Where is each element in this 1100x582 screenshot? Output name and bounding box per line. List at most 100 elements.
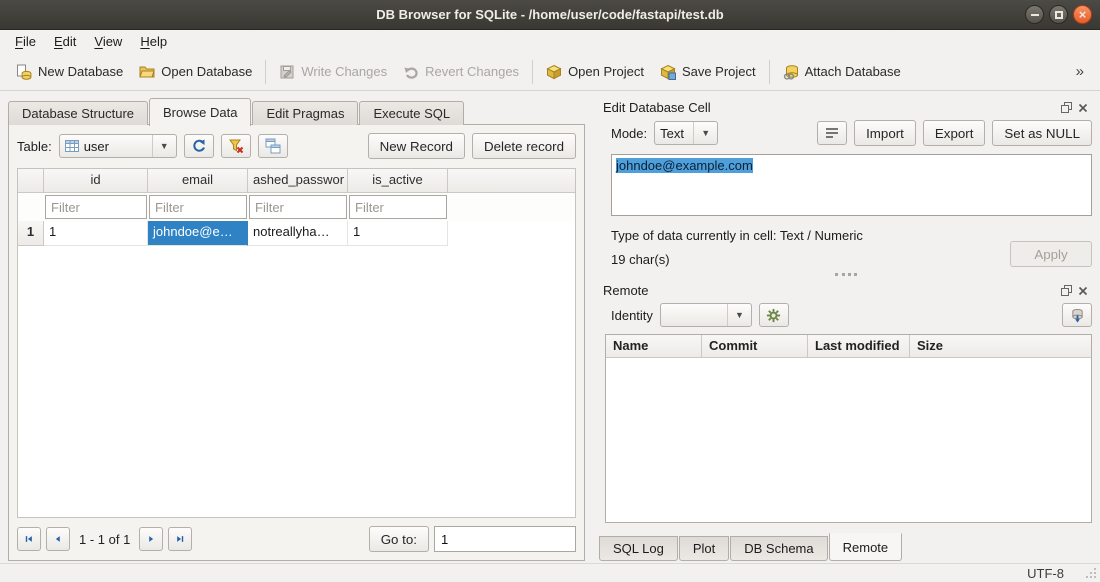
close-dock-button[interactable] — [1076, 284, 1090, 298]
filter-input-is-active[interactable] — [349, 195, 447, 219]
gear-icon — [766, 308, 781, 323]
delete-record-button[interactable]: Delete record — [472, 133, 576, 159]
import-button[interactable]: Import — [854, 120, 916, 146]
tab-remote[interactable]: Remote — [829, 533, 903, 561]
row-number[interactable]: 1 — [18, 221, 44, 246]
tab-sql-log[interactable]: SQL Log — [599, 536, 678, 561]
main-area: Database Structure Browse Data Edit Prag… — [0, 91, 1100, 563]
new-database-button[interactable]: New Database — [8, 58, 131, 86]
close-dock-icon — [1078, 103, 1088, 113]
menubar: File Edit View Help — [0, 30, 1100, 53]
encoding-label: UTF-8 — [1027, 566, 1064, 581]
filter-input-id[interactable] — [45, 195, 147, 219]
record-range-label: 1 - 1 of 1 — [75, 532, 134, 547]
window-title: DB Browser for SQLite - /home/user/code/… — [376, 7, 723, 22]
dock-splitter[interactable] — [599, 267, 1092, 281]
resize-grip-icon[interactable] — [1085, 567, 1097, 579]
clear-filters-button[interactable] — [221, 134, 251, 158]
column-header-is-active[interactable]: is_active — [348, 169, 448, 193]
goto-input[interactable] — [434, 526, 576, 552]
tab-browse-data[interactable]: Browse Data — [149, 98, 251, 126]
save-table-icon — [265, 138, 281, 154]
first-record-icon — [24, 532, 34, 546]
filter-input-email[interactable] — [149, 195, 247, 219]
close-dock-button[interactable] — [1076, 101, 1090, 115]
cell-email-selected[interactable]: johndoe@e… — [148, 221, 248, 246]
remote-column-size[interactable]: Size — [910, 335, 1091, 357]
remote-column-last-modified[interactable]: Last modified — [808, 335, 910, 357]
maximize-button[interactable] — [1049, 5, 1068, 24]
dock-buttons — [1059, 101, 1090, 115]
cell-hashed-password[interactable]: notreallyha… — [248, 221, 348, 246]
cell-is-active[interactable]: 1 — [348, 221, 448, 246]
selected-cell-text: johndoe@example.com — [616, 158, 753, 173]
write-changes-button: Write Changes — [271, 58, 395, 86]
refresh-button[interactable] — [184, 134, 214, 158]
remote-table-body — [606, 358, 1091, 522]
cell-editor[interactable]: johndoe@example.com — [611, 154, 1092, 216]
float-dock-button[interactable] — [1059, 284, 1073, 298]
next-record-button[interactable] — [139, 527, 163, 551]
filter-input-hashed-password[interactable] — [249, 195, 347, 219]
tab-edit-pragmas[interactable]: Edit Pragmas — [252, 101, 358, 125]
first-record-button[interactable] — [17, 527, 41, 551]
column-header-email[interactable]: email — [148, 169, 248, 193]
cell-info: Type of data currently in cell: Text / N… — [611, 228, 1092, 267]
remote-title: Remote — [603, 283, 649, 298]
record-pager: 1 - 1 of 1 Go to: — [17, 526, 576, 552]
save-table-button[interactable] — [258, 134, 288, 158]
close-button[interactable]: × — [1073, 5, 1092, 24]
menu-item-view[interactable]: View — [85, 31, 131, 52]
titlebar[interactable]: DB Browser for SQLite - /home/user/code/… — [0, 0, 1100, 30]
menu-item-file[interactable]: File — [6, 31, 45, 52]
open-project-button[interactable]: Open Project — [538, 58, 652, 86]
last-record-button[interactable] — [168, 527, 192, 551]
tab-execute-sql[interactable]: Execute SQL — [359, 101, 464, 125]
float-dock-button[interactable] — [1059, 101, 1073, 115]
menu-item-help[interactable]: Help — [131, 31, 176, 52]
statusbar: UTF-8 — [0, 563, 1100, 582]
close-icon: × — [1079, 8, 1087, 21]
identity-select[interactable]: ▼ — [660, 303, 752, 327]
clone-db-icon — [1070, 308, 1085, 323]
tab-database-structure[interactable]: Database Structure — [8, 101, 148, 125]
previous-record-button[interactable] — [46, 527, 70, 551]
refresh-icon — [191, 138, 207, 154]
export-button[interactable]: Export — [923, 120, 986, 146]
float-icon — [1061, 285, 1072, 296]
mode-label: Mode: — [611, 126, 647, 141]
set-as-null-button[interactable]: Set as NULL — [992, 120, 1092, 146]
remote-column-commit[interactable]: Commit — [702, 335, 808, 357]
toolbar-separator — [769, 60, 770, 84]
open-database-button[interactable]: Open Database — [131, 58, 260, 86]
identity-settings-button[interactable] — [759, 303, 789, 327]
remote-column-name[interactable]: Name — [606, 335, 702, 357]
tab-db-schema[interactable]: DB Schema — [730, 536, 827, 561]
word-wrap-button[interactable] — [817, 121, 847, 145]
save-project-button[interactable]: Save Project — [652, 58, 764, 86]
toolbar-separator — [532, 60, 533, 84]
save-project-icon — [660, 64, 676, 80]
splitter-grip-icon — [835, 273, 857, 276]
table-select[interactable]: user ▼ — [59, 134, 177, 158]
cell-size-info: 19 char(s) — [611, 252, 863, 267]
attach-database-button[interactable]: Attach Database — [775, 58, 909, 86]
write-changes-label: Write Changes — [301, 64, 387, 79]
right-pane: Edit Database Cell Mode: Text ▼ Import E… — [599, 98, 1092, 561]
mode-select[interactable]: Text ▼ — [654, 121, 718, 145]
tab-plot[interactable]: Plot — [679, 536, 729, 561]
new-record-button[interactable]: New Record — [368, 133, 465, 159]
cell-type-info: Type of data currently in cell: Text / N… — [611, 228, 863, 243]
toolbar-overflow-button[interactable]: » — [1068, 59, 1092, 84]
minimize-button[interactable] — [1025, 5, 1044, 24]
goto-button[interactable]: Go to: — [369, 526, 429, 552]
column-header-id[interactable]: id — [44, 169, 148, 193]
data-grid: id email ashed_passwor is_active — [17, 168, 576, 518]
clone-database-button[interactable] — [1062, 303, 1092, 327]
open-database-label: Open Database — [161, 64, 252, 79]
column-header-hashed-password[interactable]: ashed_passwor — [248, 169, 348, 193]
clear-filters-icon — [228, 138, 244, 154]
table-icon — [65, 140, 79, 152]
cell-id[interactable]: 1 — [44, 221, 148, 246]
menu-item-edit[interactable]: Edit — [45, 31, 85, 52]
